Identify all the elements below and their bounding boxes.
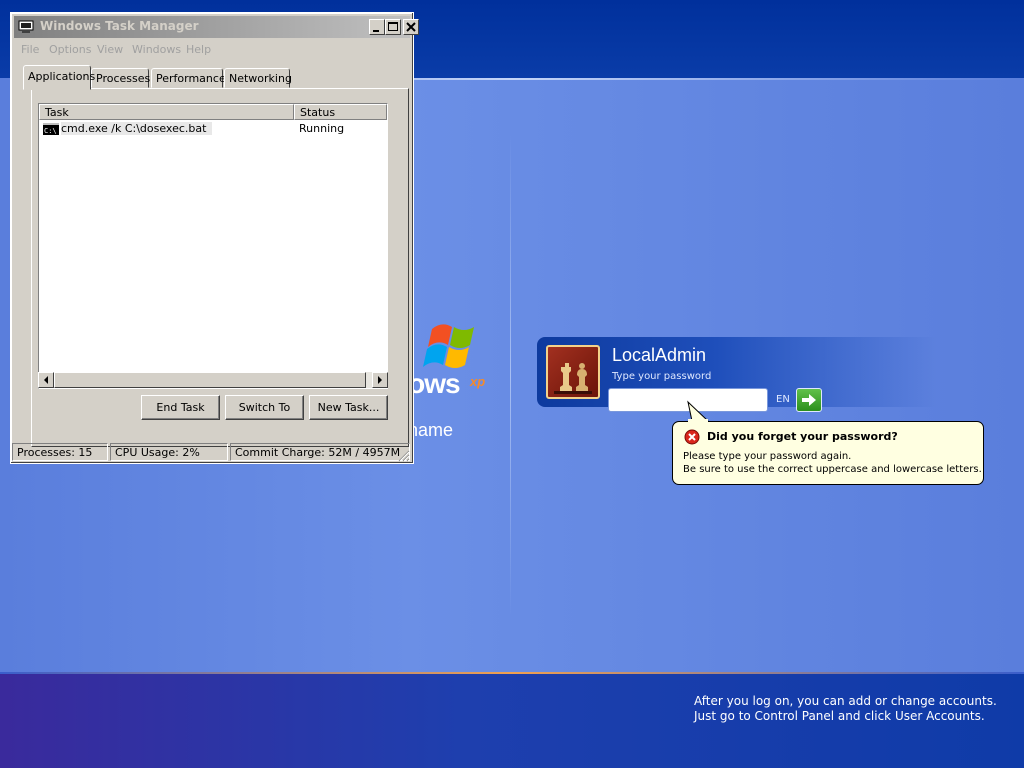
menu-windows[interactable]: Windows (132, 43, 181, 56)
close-icon (406, 22, 416, 32)
bottom-hint-line: After you log on, you can add or change … (694, 694, 997, 708)
resize-grip-icon[interactable] (396, 448, 410, 462)
tab-applications[interactable]: Applications (23, 65, 95, 90)
balloon-tail-joint (688, 419, 708, 423)
balloon-text: Please type your password again. (683, 451, 852, 462)
task-name: cmd.exe /k C:\dosexec.bat (61, 122, 213, 135)
minimize-button[interactable] (369, 19, 385, 35)
balloon-title: Did you forget your password? (707, 430, 898, 443)
scroll-right-button[interactable] (372, 372, 388, 388)
logo-xp-superscript: xp (470, 374, 486, 389)
title-bar[interactable]: Windows Task Manager (14, 16, 419, 38)
logon-go-button[interactable] (796, 388, 822, 412)
scroll-thumb[interactable] (54, 372, 366, 388)
user-picture[interactable] (546, 345, 600, 399)
switch-to-button[interactable]: Switch To (225, 395, 304, 420)
windows-flag-logo-icon (423, 324, 474, 368)
new-task-button[interactable]: New Task... (309, 395, 388, 420)
error-icon (684, 429, 700, 445)
table-row[interactable]: C:\ cmd.exe /k C:\dosexec.bat Running (41, 122, 381, 137)
bottom-hint-line: Just go to Control Panel and click User … (694, 709, 985, 723)
window-title: Windows Task Manager (40, 19, 199, 33)
column-header-task[interactable]: Task (39, 104, 294, 120)
menu-options[interactable]: Options (49, 43, 91, 56)
status-processes: Processes: 15 (12, 443, 108, 461)
logo-subtitle: name (408, 420, 454, 440)
task-list[interactable]: Task Status C:\ cmd.exe /k C:\dosexec.ba… (38, 103, 388, 389)
svg-text:C:\: C:\ (44, 127, 57, 135)
menu-help[interactable]: Help (186, 43, 211, 56)
column-header-status[interactable]: Status (294, 104, 387, 120)
console-icon: C:\ (43, 123, 59, 135)
menu-view[interactable]: View (97, 43, 123, 56)
arrow-right-icon (802, 394, 816, 406)
welcome-divider (510, 135, 511, 617)
menu-file[interactable]: File (21, 43, 39, 56)
bottom-hint: After you log on, you can add or change … (694, 694, 997, 724)
tab-processes[interactable]: Processes (91, 68, 150, 88)
minimize-icon (373, 30, 379, 32)
tab-performance[interactable]: Performance (151, 68, 226, 88)
close-button[interactable] (403, 19, 419, 35)
status-cpu-usage: CPU Usage: 2% (110, 443, 228, 461)
arrow-left-icon (44, 376, 48, 384)
user-name[interactable]: LocalAdmin (612, 345, 706, 366)
horizontal-scrollbar[interactable] (38, 372, 388, 388)
tab-networking[interactable]: Networking (224, 68, 292, 88)
maximize-button[interactable] (385, 19, 401, 35)
language-indicator[interactable]: EN (776, 394, 790, 405)
task-manager-icon (18, 20, 34, 33)
balloon-text: Be sure to use the correct uppercase and… (683, 464, 982, 475)
task-status: Running (299, 122, 345, 135)
password-prompt: Type your password (612, 371, 712, 382)
status-commit-charge: Commit Charge: 52M / 4957M (230, 443, 410, 461)
arrow-right-icon (378, 376, 382, 384)
chess-pieces-icon (554, 363, 592, 394)
end-task-button[interactable]: End Task (141, 395, 220, 420)
maximize-icon (388, 22, 398, 31)
scroll-left-button[interactable] (38, 372, 54, 388)
